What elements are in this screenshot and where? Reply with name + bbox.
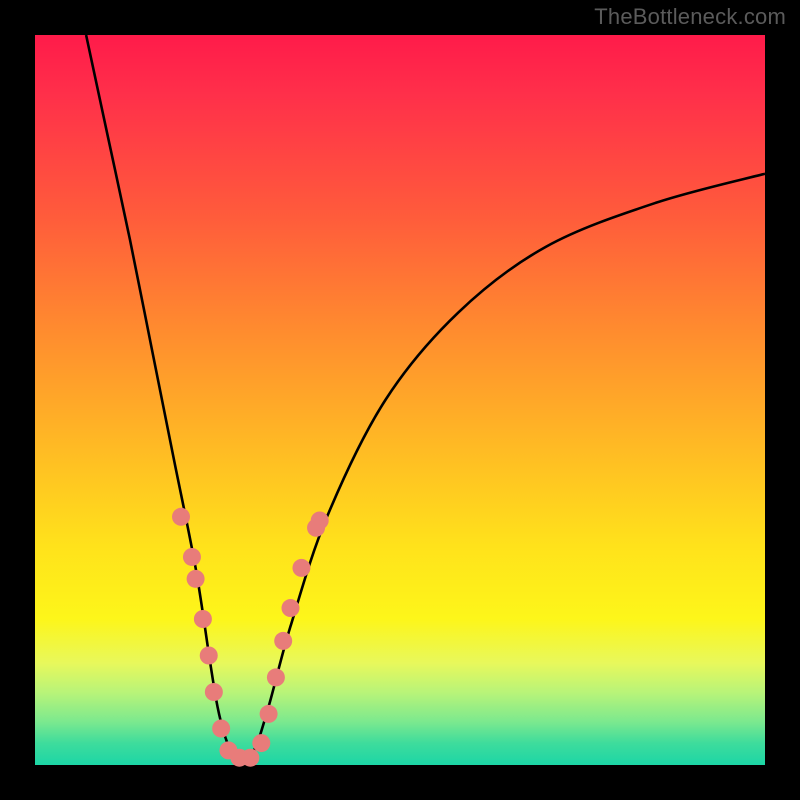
curve-right-path [239, 174, 765, 765]
watermark-text: TheBottleneck.com [594, 4, 786, 30]
marker-dot [241, 749, 259, 767]
marker-dot [183, 548, 201, 566]
chart-frame: TheBottleneck.com [0, 0, 800, 800]
marker-dot [267, 668, 285, 686]
marker-dot [260, 705, 278, 723]
marker-dot [311, 511, 329, 529]
marker-dot [200, 647, 218, 665]
marker-dot [274, 632, 292, 650]
marker-dot [205, 683, 223, 701]
marker-dot [212, 720, 230, 738]
marker-dot [282, 599, 300, 617]
plot-area [35, 35, 765, 765]
marker-dot [172, 508, 190, 526]
curve-group [86, 35, 765, 765]
marker-dot [187, 570, 205, 588]
marker-dot [194, 610, 212, 628]
marker-group [172, 508, 329, 767]
chart-svg [35, 35, 765, 765]
marker-dot [292, 559, 310, 577]
marker-dot [252, 734, 270, 752]
